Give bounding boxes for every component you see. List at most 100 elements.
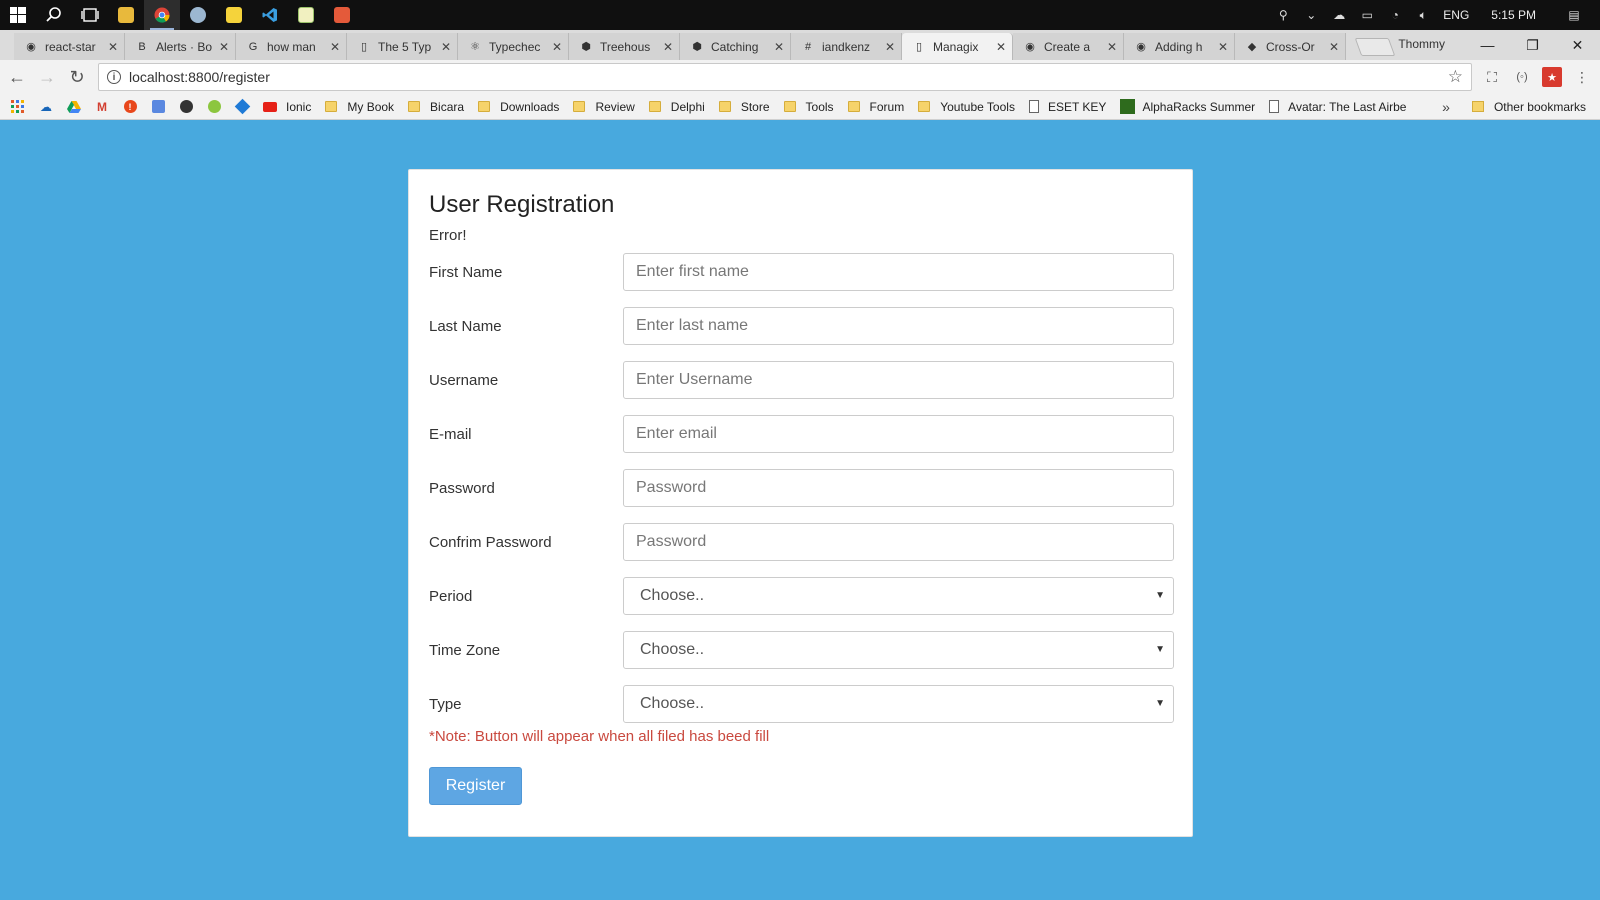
bookmark-item[interactable]: ESET KEY — [1028, 100, 1106, 114]
file-explorer-icon[interactable] — [108, 0, 144, 30]
app-icon[interactable] — [180, 0, 216, 30]
profile-name[interactable]: Thommy — [1398, 37, 1445, 51]
youtube-icon[interactable] — [262, 99, 278, 115]
close-tab-icon[interactable]: ✕ — [996, 40, 1006, 54]
notepad-icon[interactable] — [288, 0, 324, 30]
bookmark-item[interactable]: Youtube Tools — [918, 100, 1015, 114]
google-drive-icon[interactable] — [66, 99, 82, 115]
email-input[interactable] — [623, 415, 1174, 453]
username-input[interactable] — [623, 361, 1174, 399]
browser-tab[interactable]: # iandkenz ✕ — [791, 33, 902, 60]
clock[interactable]: 5:15 PM — [1491, 8, 1536, 22]
chevron-up-icon[interactable]: ⌄ — [1303, 8, 1319, 22]
onedrive-icon[interactable]: ☁ — [38, 99, 54, 115]
people-icon[interactable]: ⚲ — [1275, 8, 1291, 22]
extension-icon[interactable]: (◦) — [1512, 67, 1532, 87]
language-indicator[interactable]: ENG — [1443, 8, 1469, 22]
confirm-password-input[interactable] — [623, 523, 1174, 561]
screenshot-extension-icon[interactable]: ⛶ — [1482, 67, 1502, 87]
site-icon[interactable] — [178, 99, 194, 115]
close-tab-icon[interactable]: ✕ — [330, 40, 340, 54]
register-button[interactable]: Register — [429, 767, 522, 805]
windows-start-icon[interactable] — [0, 0, 36, 30]
bookmark-item[interactable]: Bicara — [408, 100, 464, 114]
battery-icon[interactable]: ▭ — [1359, 8, 1375, 22]
hash-icon: # — [804, 40, 812, 53]
bookmark-item[interactable]: Review — [573, 100, 635, 114]
bookmark-item[interactable]: AlphaRacks Summer — [1120, 99, 1255, 114]
new-tab-button[interactable] — [1354, 38, 1396, 56]
bookmark-item[interactable]: Store — [718, 100, 770, 114]
restore-icon[interactable]: ❐ — [1510, 30, 1555, 60]
url-text[interactable]: localhost:8800/register — [129, 69, 1448, 85]
close-tab-icon[interactable]: ✕ — [552, 40, 562, 54]
close-tab-icon[interactable]: ✕ — [219, 40, 229, 54]
reload-icon[interactable]: ↻ — [64, 64, 90, 90]
form-note: *Note: Button will appear when all filed… — [429, 728, 770, 745]
tab-title: Managix — [933, 39, 979, 54]
close-tab-icon[interactable]: ✕ — [1329, 40, 1339, 54]
close-window-icon[interactable]: ✕ — [1555, 30, 1600, 60]
browser-tab[interactable]: ⬢ Treehous ✕ — [569, 33, 680, 60]
browser-tab[interactable]: ◉ Adding h ✕ — [1124, 33, 1235, 60]
other-bookmarks-folder[interactable]: Other bookmarks — [1471, 100, 1586, 114]
forward-icon[interactable]: → — [34, 64, 60, 90]
type-select[interactable]: Choose.. ▼ — [623, 685, 1174, 723]
close-tab-icon[interactable]: ✕ — [885, 40, 895, 54]
browser-tab[interactable]: ⚛ Typechec ✕ — [458, 33, 569, 60]
period-select[interactable]: Choose.. ▼ — [623, 577, 1174, 615]
alert-icon[interactable]: ! — [122, 99, 138, 115]
vscode-icon[interactable] — [252, 0, 288, 30]
bookmark-item[interactable]: Delphi — [648, 100, 705, 114]
notifications-icon[interactable]: ▤ — [1566, 8, 1582, 22]
close-tab-icon[interactable]: ✕ — [1218, 40, 1228, 54]
translate-icon[interactable] — [150, 99, 166, 115]
site-icon[interactable] — [206, 99, 222, 115]
site-icon[interactable] — [234, 98, 250, 115]
browser-tab[interactable]: ⬢ Catching ✕ — [680, 33, 791, 60]
gmail-icon[interactable]: M — [94, 99, 110, 115]
close-tab-icon[interactable]: ✕ — [663, 40, 673, 54]
minimize-icon[interactable]: — — [1465, 30, 1510, 60]
bookmark-item[interactable]: Forum — [847, 100, 904, 114]
browser-tab[interactable]: ▯ Managix ✕ — [902, 33, 1013, 60]
bookmark-item[interactable]: My Book — [325, 100, 394, 114]
last-name-input[interactable] — [623, 307, 1174, 345]
browser-tab[interactable]: ◉ Create a ✕ — [1013, 33, 1124, 60]
task-view-icon[interactable] — [72, 0, 108, 30]
sticky-notes-icon[interactable] — [216, 0, 252, 30]
browser-tab[interactable]: Ghow man ✕ — [236, 33, 347, 60]
browser-tab[interactable]: ▯ The 5 Typ ✕ — [347, 33, 458, 60]
onedrive-icon[interactable]: ☁ — [1331, 8, 1347, 22]
close-tab-icon[interactable]: ✕ — [1107, 40, 1117, 54]
menu-icon[interactable]: ⋮ — [1572, 67, 1592, 87]
browser-tab[interactable]: ◆ Cross-Or ✕ — [1235, 33, 1346, 60]
first-name-input[interactable] — [623, 253, 1174, 291]
app-icon[interactable] — [324, 0, 360, 30]
close-tab-icon[interactable]: ✕ — [774, 40, 784, 54]
close-tab-icon[interactable]: ✕ — [441, 40, 451, 54]
bookmark-item[interactable]: Downloads — [478, 100, 559, 114]
address-bar[interactable]: i localhost:8800/register ☆ — [98, 63, 1472, 91]
bookmark-item[interactable]: Avatar: The Last Airbe — [1269, 100, 1406, 114]
bookmark-item[interactable]: Ionic — [286, 100, 311, 114]
close-tab-icon[interactable]: ✕ — [108, 40, 118, 54]
type-label: Type — [429, 695, 462, 713]
browser-tab[interactable]: B Alerts · Bo ✕ — [125, 33, 236, 60]
bookmark-star-icon[interactable]: ☆ — [1448, 67, 1463, 87]
password-input[interactable] — [623, 469, 1174, 507]
extension-icon[interactable]: ★ — [1542, 67, 1562, 87]
volume-icon[interactable]: 🔈︎ — [1415, 8, 1431, 23]
browser-tab[interactable]: ◉ react-star ✕ — [14, 33, 125, 60]
time-zone-select[interactable]: Choose.. ▼ — [623, 631, 1174, 669]
more-bookmarks-icon[interactable]: » — [1442, 99, 1450, 115]
apps-grid-icon[interactable] — [10, 99, 26, 115]
wifi-icon[interactable]: ◔ — [1387, 8, 1403, 22]
site-info-icon[interactable]: i — [107, 70, 121, 84]
tab-title: Treehous — [600, 39, 651, 54]
search-icon[interactable] — [36, 0, 72, 30]
chrome-icon[interactable] — [144, 0, 180, 30]
bookmark-item[interactable]: Tools — [783, 100, 834, 114]
back-icon[interactable]: ← — [4, 64, 30, 90]
browser-toolbar: ← → ↻ i localhost:8800/register ☆ ⛶ (◦) … — [0, 60, 1600, 94]
